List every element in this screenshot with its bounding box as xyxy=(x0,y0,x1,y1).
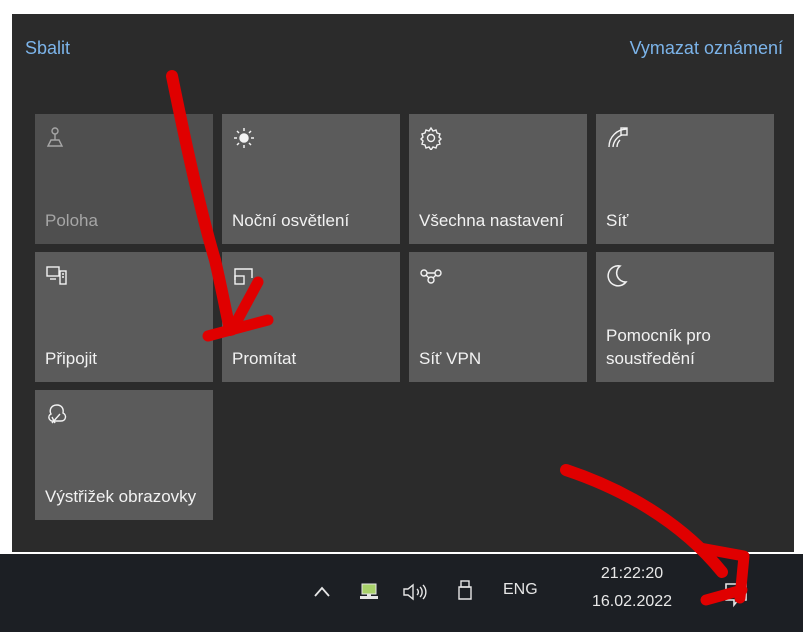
quick-action-project[interactable]: Promítat xyxy=(222,252,400,382)
quick-action-screen-snip[interactable]: Výstřižek obrazovky xyxy=(35,390,213,520)
network-icon xyxy=(606,126,630,150)
usb-drive-icon[interactable] xyxy=(456,579,474,603)
quick-action-all-settings[interactable]: Všechna nastavení xyxy=(409,114,587,244)
clear-notifications-link[interactable]: Vymazat oznámení xyxy=(630,38,783,59)
quick-action-network[interactable]: Síť xyxy=(596,114,774,244)
quick-action-vpn[interactable]: Síť VPN xyxy=(409,252,587,382)
tile-label: Výstřižek obrazovky xyxy=(45,487,197,506)
speaker-icon[interactable] xyxy=(402,582,428,602)
project-icon xyxy=(232,264,256,288)
notification-icon[interactable] xyxy=(716,574,756,614)
tile-label: Promítat xyxy=(232,349,297,368)
tile-label: Síť xyxy=(606,211,629,230)
vpn-icon xyxy=(419,264,443,288)
location-icon xyxy=(45,126,69,150)
chevron-up-icon[interactable] xyxy=(312,582,332,602)
tile-label: Síť VPN xyxy=(419,349,482,368)
quick-action-connect[interactable]: Připojit xyxy=(35,252,213,382)
tile-label: Všechna nastavení xyxy=(419,211,564,230)
tile-label: Noční osvětlení xyxy=(232,211,350,230)
tile-label: Připojit xyxy=(45,349,97,368)
tile-label: Pomocník pro soustředění xyxy=(606,326,711,368)
quick-action-night-light[interactable]: Noční osvětlení xyxy=(222,114,400,244)
screen-snip-icon xyxy=(45,402,69,426)
language-indicator[interactable]: ENG xyxy=(503,581,538,599)
quick-action-focus-assist[interactable]: Pomocník pro soustředění xyxy=(596,252,774,382)
tile-label: Poloha xyxy=(45,211,98,230)
network-monitor-icon[interactable] xyxy=(358,582,380,602)
settings-gear-icon xyxy=(419,126,443,150)
taskbar: ENG 21:22:20 16.02.2022 xyxy=(0,554,803,632)
focus-assist-moon-icon xyxy=(606,264,630,288)
quick-action-location[interactable]: Poloha xyxy=(35,114,213,244)
clock-time: 21:22:20 xyxy=(600,565,664,582)
clock-date: 16.02.2022 xyxy=(591,593,673,610)
connect-icon xyxy=(45,264,69,288)
clock[interactable]: 21:22:20 16.02.2022 xyxy=(572,560,692,616)
collapse-link[interactable]: Sbalit xyxy=(25,38,70,59)
night-light-icon xyxy=(232,126,256,150)
